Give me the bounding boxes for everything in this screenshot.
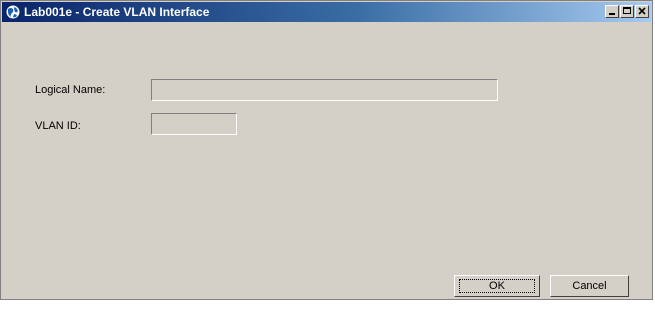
logical-name-label: Logical Name: <box>35 84 106 96</box>
vlan-id-input[interactable] <box>151 113 237 135</box>
vlan-id-label: VLAN ID: <box>35 120 81 132</box>
ok-button[interactable]: OK <box>454 275 540 297</box>
maximize-icon <box>623 7 631 14</box>
ok-button-label: OK <box>489 280 505 292</box>
create-vlan-dialog: Lab001e - Create VLAN Interface Logical … <box>0 0 653 300</box>
cancel-button-label: Cancel <box>572 280 607 292</box>
cancel-button[interactable]: Cancel <box>550 275 629 297</box>
maximize-button[interactable] <box>620 5 634 18</box>
close-icon <box>638 7 646 15</box>
globe-icon <box>5 4 21 20</box>
close-button[interactable] <box>635 5 649 18</box>
minimize-button[interactable] <box>605 5 619 18</box>
logical-name-input[interactable] <box>151 79 498 101</box>
minimize-icon <box>609 13 615 15</box>
window-title: Lab001e - Create VLAN Interface <box>24 5 210 19</box>
title-bar[interactable]: Lab001e - Create VLAN Interface <box>2 2 651 22</box>
dialog-body: Logical Name: VLAN ID: OK Cancel <box>2 23 651 298</box>
